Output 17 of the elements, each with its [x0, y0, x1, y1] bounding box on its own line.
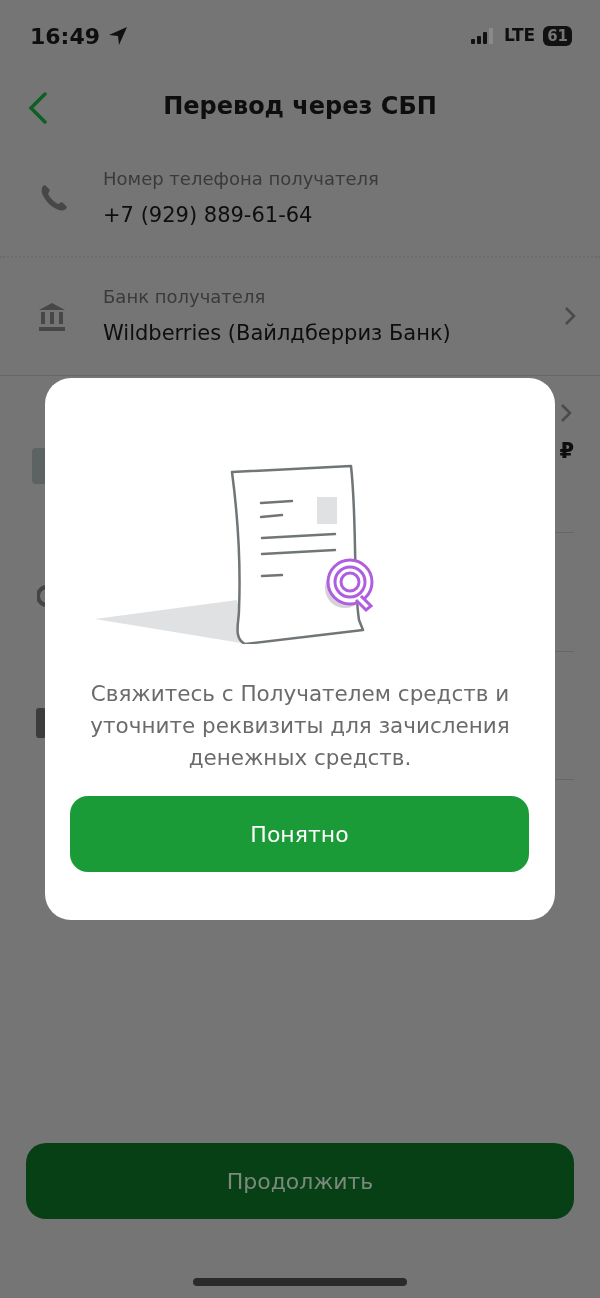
signal-icon — [470, 28, 496, 44]
status-time: 16:49 — [30, 22, 101, 51]
chevron-icon[interactable] — [564, 306, 576, 326]
field-label: Банк получателя — [103, 285, 267, 310]
network-label: LTE — [503, 24, 536, 48]
currency-sign: ₽ — [559, 438, 574, 465]
back-icon[interactable] — [28, 92, 48, 124]
dialog-message: Свяжитесь с Получателем средств и уточните реквизиты для зачисления денежных средств. — [89, 680, 511, 772]
field-label: Номер телефона получателя — [103, 166, 380, 191]
ok-button[interactable]: Понятно — [70, 796, 529, 872]
screen-title: Перевод через СБП — [163, 91, 437, 122]
location-arrow-icon — [108, 26, 129, 46]
battery-indicator: 61 — [543, 26, 572, 46]
bank-icon — [38, 302, 66, 332]
field-value: Wildberries (Вайлдберриз Банк) — [103, 320, 452, 348]
field-value: +7 (929) 889-61-64 — [103, 201, 314, 229]
chevron-icon[interactable] — [560, 403, 572, 423]
